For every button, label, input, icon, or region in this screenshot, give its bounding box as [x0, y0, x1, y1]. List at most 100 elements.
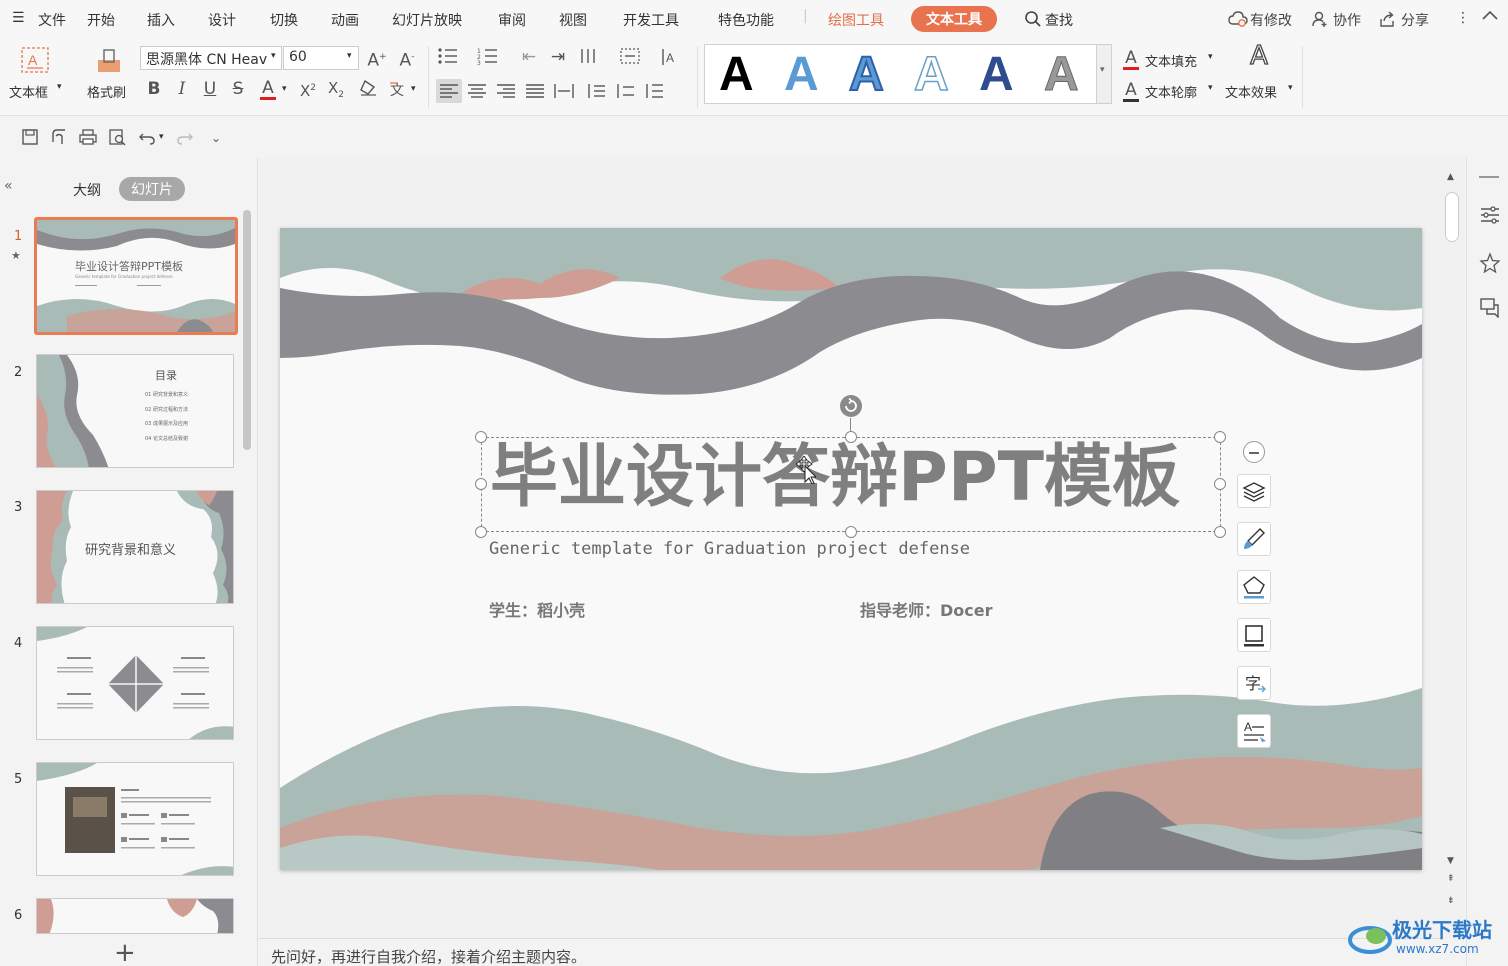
menu-tab-insert[interactable]: 插入: [147, 10, 175, 30]
shape-outline-button[interactable]: [1237, 618, 1271, 652]
font-name-dropdown-icon[interactable]: ▾: [271, 51, 276, 61]
columns-icon[interactable]: [579, 47, 601, 70]
style-brush-button[interactable]: [1237, 522, 1271, 556]
resize-handle[interactable]: [845, 431, 857, 443]
resize-handle[interactable]: [475, 478, 487, 490]
text-effect-label[interactable]: 文本效果: [1225, 82, 1277, 101]
textbox-icon[interactable]: A: [20, 46, 50, 79]
line-spacing-icon[interactable]: [585, 82, 607, 105]
changes-label[interactable]: 有修改: [1250, 10, 1292, 30]
text-outline-label[interactable]: 文本轮廓: [1145, 82, 1197, 101]
resize-handle[interactable]: [475, 431, 487, 443]
text-settings-button[interactable]: A: [1237, 714, 1271, 748]
collapse-ribbon-icon[interactable]: [1481, 8, 1499, 26]
textbox-label[interactable]: 文本框: [9, 82, 48, 101]
text-fill-label[interactable]: 文本填充: [1145, 51, 1197, 70]
increase-indent-icon[interactable]: ⇥: [547, 47, 569, 67]
menu-tab-review[interactable]: 审阅: [498, 10, 526, 30]
slide-subtitle[interactable]: Generic template for Graduation project …: [489, 539, 970, 559]
format-painter-label[interactable]: 格式刷: [87, 82, 126, 101]
resize-handle[interactable]: [1214, 431, 1226, 443]
font-color-dropdown-icon[interactable]: ▾: [282, 84, 287, 94]
menu-tab-view[interactable]: 视图: [559, 10, 587, 30]
tab-outline[interactable]: 大纲: [73, 180, 101, 200]
distribute-icon[interactable]: [553, 82, 575, 105]
more-icon[interactable]: ⋮: [1456, 10, 1470, 26]
menu-tab-animation[interactable]: 动画: [331, 10, 359, 30]
textbox-dropdown-icon[interactable]: ▾: [57, 82, 62, 92]
font-size-dropdown-icon[interactable]: ▾: [347, 51, 352, 61]
menu-tab-slideshow[interactable]: 幻灯片放映: [392, 10, 462, 30]
strikethrough-icon[interactable]: S: [229, 79, 247, 99]
menu-tab-features[interactable]: 特色功能: [718, 10, 774, 30]
share-label[interactable]: 分享: [1401, 10, 1429, 30]
search-icon[interactable]: [1024, 10, 1042, 32]
text-effect-icon[interactable]: A: [1244, 42, 1274, 69]
collapse-panel-icon[interactable]: «: [4, 178, 13, 194]
tab-slides[interactable]: 幻灯片: [119, 177, 185, 201]
bold-icon[interactable]: B: [145, 79, 163, 99]
redo-icon[interactable]: [175, 128, 195, 151]
align-center-icon[interactable]: [466, 82, 488, 105]
phonetic-dropdown-icon[interactable]: ▾: [411, 84, 416, 94]
text-outline-dropdown-icon[interactable]: ▾: [1208, 83, 1213, 93]
decrease-font-icon[interactable]: A-: [396, 47, 418, 71]
scrollbar-thumb[interactable]: [1445, 192, 1459, 242]
resize-handle[interactable]: [845, 526, 857, 538]
student-name[interactable]: 学生：稻小壳: [489, 597, 585, 621]
layers-button[interactable]: [1237, 474, 1271, 508]
print-preview-icon[interactable]: [107, 128, 127, 151]
scroll-down-icon[interactable]: ▼: [1447, 856, 1454, 866]
slide-thumbnail-5[interactable]: [36, 762, 234, 876]
cloud-sync-icon[interactable]: [1228, 10, 1248, 32]
menu-tab-text-tools[interactable]: 文本工具: [911, 6, 997, 32]
text-style-blue-outline[interactable]: A: [848, 48, 885, 102]
menu-tab-design[interactable]: 设计: [208, 10, 236, 30]
superscript-icon[interactable]: X2: [297, 78, 319, 101]
save-icon[interactable]: [20, 128, 40, 151]
bullet-list-icon[interactable]: [437, 47, 459, 70]
comments-icon[interactable]: [1479, 296, 1501, 322]
text-style-blue[interactable]: A: [784, 49, 819, 101]
rotate-handle-icon[interactable]: [839, 394, 863, 418]
align-right-icon[interactable]: [495, 82, 517, 105]
text-style-white-outline[interactable]: A: [913, 48, 949, 102]
menu-tab-transition[interactable]: 切换: [270, 10, 298, 30]
text-style-gray[interactable]: A: [1044, 48, 1080, 101]
slide-thumbnail-3[interactable]: 研究背景和意义: [36, 490, 234, 604]
undo-icon[interactable]: [137, 128, 157, 151]
decrease-indent-icon[interactable]: ⇤: [518, 47, 540, 67]
advisor-name[interactable]: 指导老师：Docer: [860, 597, 993, 621]
menu-file[interactable]: 文件: [38, 10, 66, 30]
slide-thumbnail-4[interactable]: [36, 626, 234, 740]
text-effect-dropdown-icon[interactable]: ▾: [1288, 83, 1293, 93]
style-gallery-scroll[interactable]: ▾: [1096, 44, 1112, 104]
font-name-combobox[interactable]: 思源黑体 CN Heav: [140, 46, 282, 70]
paragraph-spacing-icon[interactable]: [614, 82, 636, 105]
print-icon[interactable]: [78, 128, 98, 151]
italic-icon[interactable]: I: [173, 79, 191, 99]
collaborate-label[interactable]: 协作: [1333, 10, 1361, 30]
format-painter-icon[interactable]: [94, 46, 124, 81]
gallery-expand-icon[interactable]: ▾: [1100, 65, 1105, 75]
text-fill-dropdown-icon[interactable]: ▾: [1208, 52, 1213, 62]
output-pdf-icon[interactable]: [49, 128, 69, 151]
collaborate-icon[interactable]: [1311, 10, 1329, 32]
undo-dropdown-icon[interactable]: ▾: [159, 132, 164, 142]
slide-thumbnail-1[interactable]: 毕业设计答辩PPT模板 Generic template for Graduat…: [34, 217, 238, 335]
slide-thumbnail-6[interactable]: [36, 898, 234, 934]
menu-tab-drawing-tools[interactable]: 绘图工具: [828, 10, 884, 30]
font-color-icon[interactable]: A: [258, 78, 278, 100]
text-style-navy[interactable]: A: [979, 49, 1014, 101]
text-convert-button[interactable]: 字: [1237, 666, 1271, 700]
text-fill-icon[interactable]: A: [1121, 48, 1141, 70]
numbered-list-icon[interactable]: 123: [477, 47, 499, 70]
canvas-vertical-scrollbar[interactable]: ▲ ▼ ⇞ ⇟: [1442, 158, 1464, 938]
share-icon[interactable]: [1378, 10, 1396, 32]
speaker-notes[interactable]: 先问好，再进行自我介绍，接着介绍主题内容。: [259, 938, 1442, 966]
underline-icon[interactable]: U: [201, 79, 219, 99]
text-direction-icon[interactable]: A: [659, 47, 681, 72]
previous-slide-icon[interactable]: ⇞: [1447, 874, 1455, 884]
add-slide-button[interactable]: +: [114, 938, 136, 966]
menu-tab-developer[interactable]: 开发工具: [623, 10, 679, 30]
